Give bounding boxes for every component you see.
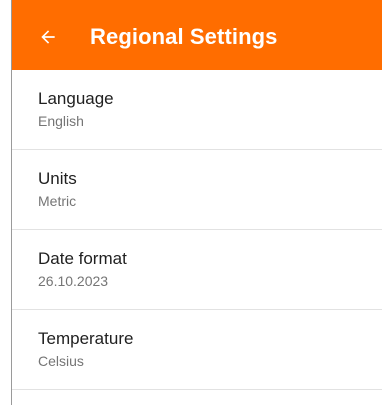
- setting-title: Temperature: [38, 329, 134, 348]
- setting-title: Units: [38, 169, 77, 188]
- app-bar: Regional Settings: [12, 0, 382, 70]
- setting-title: Date format: [38, 249, 127, 268]
- setting-value: English: [38, 113, 84, 129]
- setting-value: Metric: [38, 193, 77, 209]
- setting-title: Language: [38, 89, 114, 108]
- page-title: Regional Settings: [90, 24, 278, 49]
- back-button[interactable]: [26, 15, 70, 59]
- screen: Regional Settings Language English Units…: [0, 0, 382, 405]
- setting-item-temperature[interactable]: Temperature Celsius: [12, 310, 382, 390]
- window-edge: [0, 0, 12, 405]
- setting-value: Celsius: [38, 353, 84, 369]
- setting-value: 26.10.2023: [38, 273, 109, 289]
- setting-item-date-format[interactable]: Date format 26.10.2023: [12, 230, 382, 310]
- arrow-left-icon: [38, 27, 58, 47]
- setting-item-language[interactable]: Language English: [12, 70, 382, 150]
- settings-list: Language English Units Metric Date forma…: [12, 70, 382, 390]
- setting-item-units[interactable]: Units Metric: [12, 150, 382, 230]
